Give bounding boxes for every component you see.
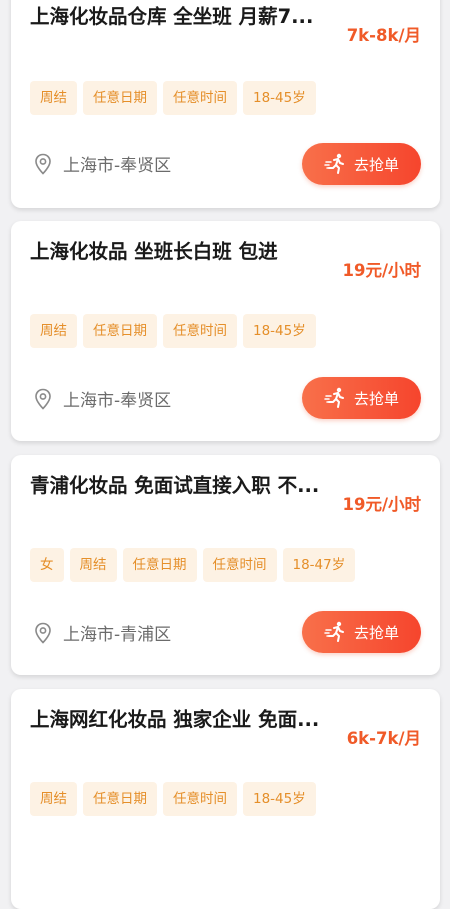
grab-order-label: 去抢单 xyxy=(353,389,399,408)
grab-order-button[interactable]: 去抢单 xyxy=(302,143,421,185)
location-text: 上海市-奉贤区 xyxy=(63,391,172,411)
grab-order-label: 去抢单 xyxy=(353,623,399,642)
location-text: 上海市-奉贤区 xyxy=(63,156,172,176)
tag: 周结 xyxy=(30,314,77,348)
job-title: 上海网红化妆品 独家企业 免面... xyxy=(30,708,320,731)
job-title: 上海化妆品 坐班长白班 包进 xyxy=(30,240,278,263)
location-pin-icon xyxy=(35,622,51,644)
job-card[interactable]: 上海网红化妆品 独家企业 免面... 6k-7k/月 周结 任意日期 任意时间 … xyxy=(11,689,440,909)
job-card[interactable]: 青浦化妆品 免面试直接入职 不... 19元/小时 女 周结 任意日期 任意时间… xyxy=(11,455,440,675)
grab-order-label: 去抢单 xyxy=(353,155,399,174)
location-text: 上海市-青浦区 xyxy=(63,625,172,645)
tag: 任意时间 xyxy=(202,548,277,582)
job-title: 上海化妆品仓库 全坐班 月薪7... xyxy=(30,5,314,28)
tag: 18-45岁 xyxy=(243,782,316,816)
tag: 周结 xyxy=(30,782,77,816)
job-tags: 周结 任意日期 任意时间 18-45岁 xyxy=(30,314,316,348)
job-location: 上海市-青浦区 xyxy=(31,620,171,645)
job-salary: 6k-7k/月 xyxy=(346,729,421,748)
job-tags: 女 周结 任意日期 任意时间 18-47岁 xyxy=(30,548,356,582)
tag: 周结 xyxy=(69,548,117,582)
tag: 任意日期 xyxy=(83,314,157,348)
job-list: 上海化妆品仓库 全坐班 月薪7... 7k-8k/月 周结 任意日期 任意时间 … xyxy=(0,0,450,909)
tag: 任意时间 xyxy=(163,314,237,348)
job-tags: 周结 任意日期 任意时间 18-45岁 xyxy=(30,782,316,816)
tag: 18-45岁 xyxy=(243,81,316,115)
job-location: 上海市-奉贤区 xyxy=(31,386,171,411)
running-person-icon xyxy=(324,153,344,174)
running-person-icon xyxy=(324,387,344,408)
grab-order-button[interactable]: 去抢单 xyxy=(302,611,421,653)
tag: 周结 xyxy=(30,81,77,115)
tag: 任意日期 xyxy=(83,782,157,816)
location-pin-icon xyxy=(35,153,51,175)
grab-order-button[interactable]: 去抢单 xyxy=(302,377,421,419)
job-card[interactable]: 上海化妆品仓库 全坐班 月薪7... 7k-8k/月 周结 任意日期 任意时间 … xyxy=(11,0,440,208)
tag: 任意时间 xyxy=(163,81,237,115)
running-person-icon xyxy=(324,621,344,642)
job-salary: 19元/小时 xyxy=(342,261,422,280)
job-tags: 周结 任意日期 任意时间 18-45岁 xyxy=(30,81,316,115)
job-salary: 7k-8k/月 xyxy=(346,26,421,45)
location-pin-icon xyxy=(35,388,51,410)
job-title: 青浦化妆品 免面试直接入职 不... xyxy=(30,474,320,497)
tag: 任意时间 xyxy=(163,782,237,816)
tag: 女 xyxy=(30,548,64,582)
tag: 任意日期 xyxy=(83,81,157,115)
tag: 18-45岁 xyxy=(243,314,316,348)
job-location: 上海市-奉贤区 xyxy=(31,151,171,176)
tag: 任意日期 xyxy=(122,548,197,582)
job-salary: 19元/小时 xyxy=(342,495,422,514)
tag: 18-47岁 xyxy=(282,548,356,582)
job-card[interactable]: 上海化妆品 坐班长白班 包进 19元/小时 周结 任意日期 任意时间 18-45… xyxy=(11,221,440,441)
